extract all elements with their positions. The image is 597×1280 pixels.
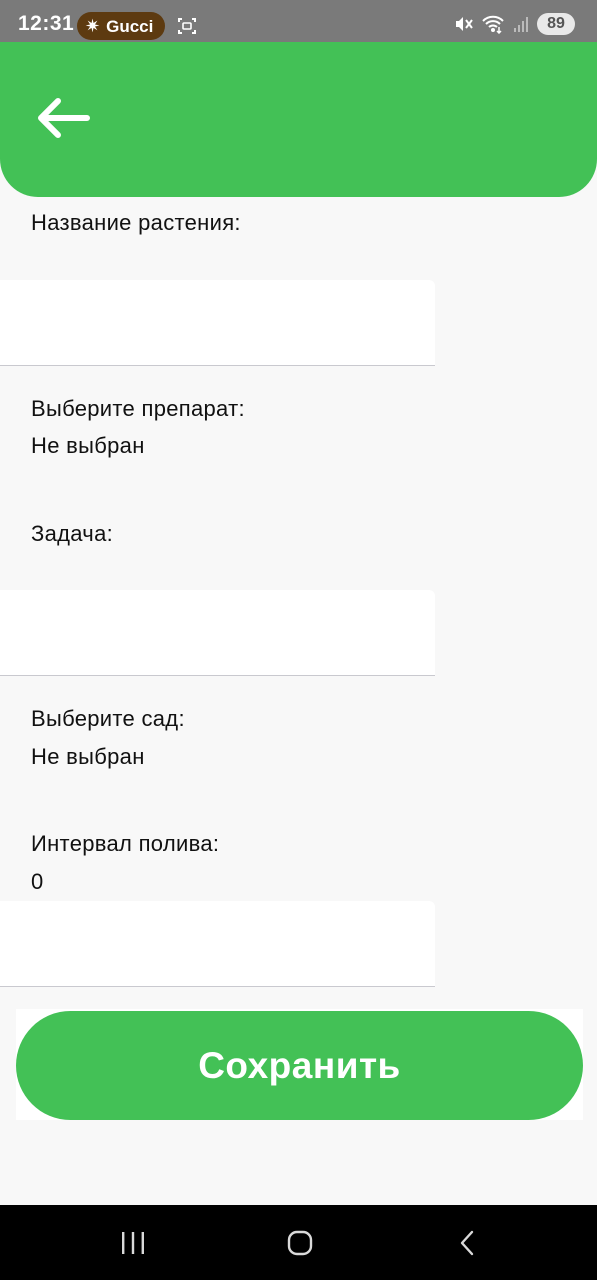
app-bar (0, 42, 597, 197)
watering-interval-label: Интервал полива: (31, 831, 220, 856)
garden-value[interactable]: Не выбран (31, 744, 145, 770)
back-button[interactable] (24, 88, 100, 148)
arrow-left-icon (38, 98, 90, 138)
navigation-bar (0, 1205, 597, 1280)
mute-icon (456, 17, 473, 31)
notification-pill[interactable]: ✷ Gucci (77, 12, 166, 40)
battery-icon: 89 (537, 13, 575, 35)
garden-label[interactable]: Выберите сад: (31, 706, 185, 732)
screenshot-icon (178, 18, 196, 34)
signal-icon (514, 17, 528, 32)
back-icon (460, 1230, 474, 1256)
save-button[interactable]: Сохранить (16, 1011, 583, 1120)
notification-label: Gucci (106, 16, 154, 36)
spark-icon: ✷ (85, 16, 101, 36)
preparation-value[interactable]: Не выбран (31, 433, 145, 459)
nav-back-button[interactable] (437, 1225, 497, 1261)
status-icons: 89 (453, 13, 575, 35)
home-icon (287, 1230, 313, 1256)
task-label: Задача: (31, 521, 114, 546)
plant-name-input[interactable] (0, 280, 435, 366)
recent-apps-button[interactable] (103, 1225, 163, 1261)
task-input[interactable] (0, 590, 435, 676)
watering-interval-input[interactable] (0, 901, 435, 987)
recent-apps-icon (122, 1232, 144, 1254)
wifi-icon (482, 15, 504, 34)
home-button[interactable] (270, 1225, 330, 1261)
status-time: 12:31 (18, 12, 75, 35)
status-bar: 12:31 ✷ Gucci 89 (0, 0, 597, 42)
plant-name-label: Название растения: (31, 210, 241, 235)
preparation-label[interactable]: Выберите препарат: (31, 396, 245, 422)
watering-interval-value: 0 (31, 869, 44, 894)
